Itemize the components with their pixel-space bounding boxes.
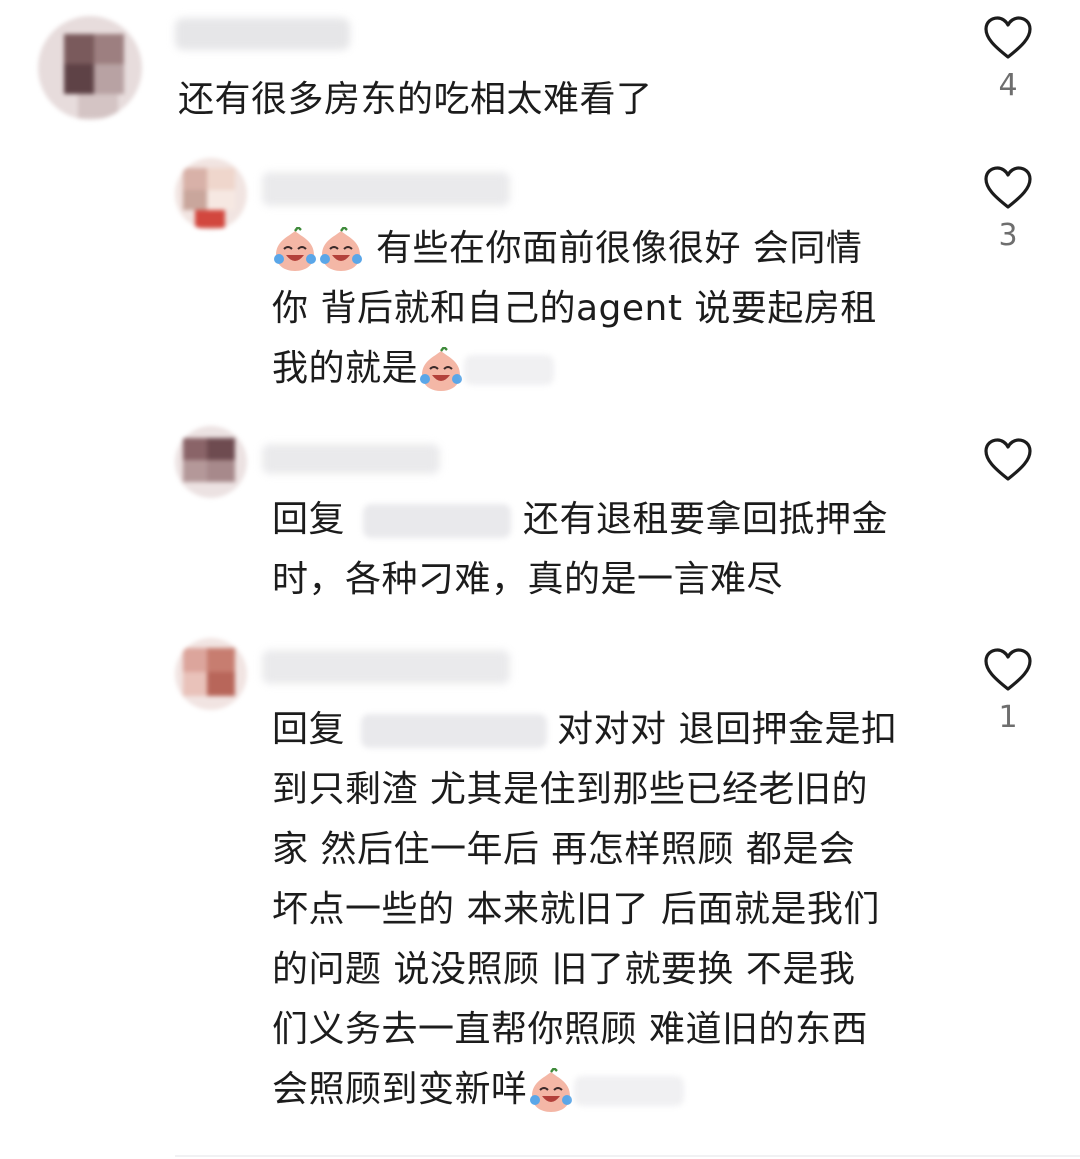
avatar[interactable] — [175, 638, 247, 710]
blurred-content — [464, 355, 555, 385]
reply-text-line: 对对对 退回押金是扣 — [557, 709, 898, 750]
heart-outline-icon — [978, 648, 1038, 692]
crying-laughing-peach-emoji — [272, 227, 318, 273]
reply-text-line: 还有退租要拿回抵押金 — [523, 499, 889, 540]
username-blurred[interactable] — [262, 172, 510, 206]
username-blurred[interactable] — [262, 444, 440, 474]
reply-text-line: 到只剩渣 尤其是住到那些已经老旧的 — [272, 769, 868, 810]
heart-outline-icon — [978, 438, 1038, 482]
reply-text-line: 我的就是 — [272, 348, 419, 389]
comment-text: 还有很多房东的吃相太难看了 — [178, 79, 653, 120]
avatar[interactable] — [175, 426, 247, 498]
reply-text-line: 你 背后就和自己的agent 说要起房租 — [272, 288, 877, 329]
like-button[interactable]: 4 — [978, 16, 1038, 106]
username-blurred[interactable] — [175, 18, 350, 50]
like-button[interactable] — [978, 438, 1038, 488]
like-count: 3 — [998, 218, 1018, 253]
reply-text-line: 会照顾到变新咩 — [272, 1069, 528, 1110]
crying-laughing-peach-emoji — [318, 227, 364, 273]
heart-outline-icon — [978, 16, 1038, 60]
blurred-username-mention[interactable] — [363, 504, 512, 538]
avatar[interactable] — [175, 158, 247, 230]
reply-text: 回复 还有退租要拿回抵押金 时，各种刁难，真的是一言难尽 — [272, 490, 932, 610]
reply-prefix: 回复 — [272, 709, 346, 750]
like-count: 1 — [998, 700, 1018, 735]
reply-text-line: 时，各种刁难，真的是一言难尽 — [272, 559, 784, 600]
reply-text-line: 家 然后住一年后 再怎样照顾 都是会 — [272, 829, 856, 870]
like-button[interactable]: 1 — [978, 648, 1038, 738]
reply-text-line: 坏点一些的 本来就旧了 后面就是我们 — [272, 889, 880, 930]
reply-text: 有些在你面前很像很好 会同情 你 背后就和自己的agent 说要起房租 我的就是 — [272, 219, 932, 399]
crying-laughing-peach-emoji — [418, 347, 464, 393]
blurred-username-mention[interactable] — [361, 714, 548, 748]
bottom-divider — [175, 1155, 1080, 1157]
like-count: 4 — [998, 68, 1018, 103]
blurred-content — [573, 1076, 684, 1106]
crying-laughing-peach-emoji — [528, 1068, 574, 1114]
heart-outline-icon — [978, 166, 1038, 210]
reply-text-line: 的问题 说没照顾 旧了就要换 不是我 — [272, 949, 856, 990]
reply-text-line: 们义务去一直帮你照顾 难道旧的东西 — [272, 1009, 868, 1050]
avatar[interactable] — [38, 16, 142, 120]
reply-text: 回复 对对对 退回押金是扣 到只剩渣 尤其是住到那些已经老旧的 家 然后住一年后 … — [272, 700, 932, 1120]
reply-prefix: 回复 — [272, 499, 346, 540]
reply-text-line: 有些在你面前很像很好 会同情 — [375, 228, 863, 269]
like-button[interactable]: 3 — [978, 166, 1038, 256]
username-blurred[interactable] — [262, 650, 510, 684]
